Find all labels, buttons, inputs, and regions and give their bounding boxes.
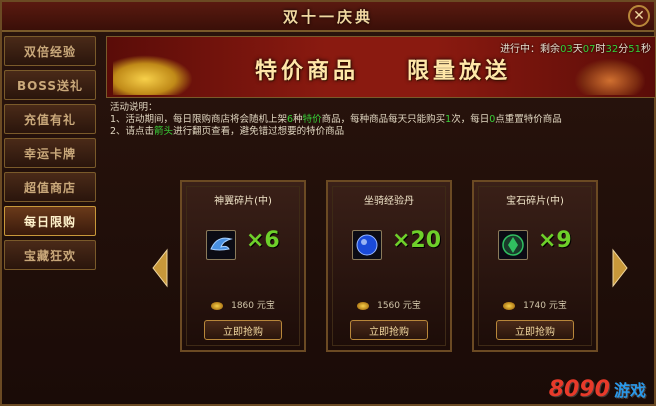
countdown-minutes: 32 xyxy=(605,44,619,55)
gold-ingots-icon xyxy=(113,55,193,95)
mount-exp-pill-icon-glyph xyxy=(356,234,378,256)
product-name: 宝石碎片(中) xyxy=(506,196,564,207)
description-line-2: 2、请点击箭头进行翻页查看，避免错过想要的特价商品 xyxy=(110,126,650,138)
product-price: 1740 xyxy=(523,301,546,311)
desc-highlight: 特价 xyxy=(302,114,322,125)
gem-fragment-icon[interactable] xyxy=(498,230,528,260)
banner-title-left: 特价商品 xyxy=(255,59,360,84)
product-price: 1560 xyxy=(377,301,400,311)
product-price: 1860 xyxy=(231,301,254,311)
countdown-days-unit: 天 xyxy=(572,44,583,55)
sidebar-item-boss-gift[interactable]: BOSS送礼 xyxy=(4,70,96,100)
watermark-suffix: 游戏 xyxy=(613,381,646,400)
product-quantity: ×20 xyxy=(392,228,442,253)
sidebar-item-value-shop[interactable]: 超值商店 xyxy=(4,172,96,202)
mount-exp-pill-icon[interactable] xyxy=(352,230,382,260)
product-name: 神翼碎片(中) xyxy=(214,196,272,207)
sidebar: 双倍经验 BOSS送礼 充值有礼 幸运卡牌 超值商店 每日限购 宝藏狂欢 xyxy=(4,36,96,274)
window-title: 双十一庆典 xyxy=(282,7,373,26)
currency-label: 元宝 xyxy=(548,301,567,311)
countdown-prefix: 进行中：剩余 xyxy=(500,44,561,55)
site-watermark: 8090 游戏 xyxy=(549,377,646,402)
countdown-hours: 07 xyxy=(582,44,596,55)
desc-text: 2、请点击 xyxy=(110,126,155,137)
wing-fragment-icon[interactable] xyxy=(206,230,236,260)
watermark-brand: 8090 xyxy=(548,377,610,402)
promo-banner: 特价商品 限量放送 进行中：剩余03天07时32分51秒 xyxy=(106,36,656,98)
currency-label: 元宝 xyxy=(402,301,421,311)
desc-text: 进行翻页查看，避免错过想要的特价商品 xyxy=(173,126,345,137)
main-panel: 特价商品 限量放送 进行中：剩余03天07时32分51秒 活动说明： 1、活动期… xyxy=(106,36,656,406)
close-icon: ✕ xyxy=(633,8,645,24)
desc-text: 1、活动期间，每日限购商店将会随机上架 xyxy=(110,114,288,125)
desc-text: 种 xyxy=(293,114,303,125)
description-line-1: 1、活动期间，每日限购商店将会随机上架6种特价商品，每种商品每天只能购买1次，每… xyxy=(110,114,650,126)
title-bar: 双十一庆典 ✕ xyxy=(2,2,654,32)
gold-ingot-icon xyxy=(503,301,516,310)
sidebar-item-daily-limited[interactable]: 每日限购 xyxy=(4,206,96,236)
countdown-minutes-unit: 分 xyxy=(618,44,629,55)
next-page-arrow[interactable] xyxy=(612,248,628,288)
buy-now-button[interactable]: 立即抢购 xyxy=(204,320,282,340)
product-quantity: ×6 xyxy=(246,228,280,253)
product-quantity: ×9 xyxy=(538,228,572,253)
countdown-days: 03 xyxy=(560,44,573,55)
countdown-seconds-unit: 秒 xyxy=(641,44,651,55)
sidebar-item-lucky-card[interactable]: 幸运卡牌 xyxy=(4,138,96,168)
event-window: 双十一庆典 ✕ 双倍经验 BOSS送礼 充值有礼 幸运卡牌 超值商店 每日限购 … xyxy=(0,0,656,406)
product-name: 坐骑经验丹 xyxy=(364,196,414,207)
sidebar-item-recharge-gift[interactable]: 充值有礼 xyxy=(4,104,96,134)
sidebar-item-treasure-carnival[interactable]: 宝藏狂欢 xyxy=(4,240,96,270)
description-heading: 活动说明： xyxy=(110,102,158,113)
gold-ingot-icon xyxy=(211,301,224,310)
desc-text: 商品，每种商品每天只能购买 xyxy=(321,114,446,125)
close-button[interactable]: ✕ xyxy=(628,5,650,27)
countdown-hours-unit: 时 xyxy=(595,44,606,55)
wing-fragment-icon-glyph xyxy=(210,237,233,251)
countdown-seconds: 51 xyxy=(628,44,641,55)
product-card-mount-pill: 坐骑经验丹 ×20 1560 元宝 立即抢购 xyxy=(326,180,452,352)
gold-ingot-icon xyxy=(357,301,370,310)
buy-now-button[interactable]: 立即抢购 xyxy=(496,320,574,340)
arrow-left-icon xyxy=(152,248,168,288)
product-card-gem: 宝石碎片(中) ×9 1740 元宝 立即抢购 xyxy=(472,180,598,352)
sidebar-item-double-exp[interactable]: 双倍经验 xyxy=(4,36,96,66)
price-row: 1860 元宝 xyxy=(182,298,304,311)
buy-now-button[interactable]: 立即抢购 xyxy=(350,320,428,340)
gem-fragment-icon-glyph xyxy=(502,234,524,256)
banner-title-right: 限量放送 xyxy=(407,59,512,84)
prev-page-arrow[interactable] xyxy=(152,248,168,288)
price-row: 1740 元宝 xyxy=(474,298,596,311)
arrow-right-icon xyxy=(612,248,628,288)
event-description: 活动说明： 1、活动期间，每日限购商店将会随机上架6种特价商品，每种商品每天只能… xyxy=(110,102,650,138)
product-card-wing: 神翼碎片(中) ×6 1860 元宝 立即抢购 xyxy=(180,180,306,352)
desc-text: 次，每日 xyxy=(451,114,490,125)
countdown-timer: 进行中：剩余03天07时32分51秒 xyxy=(500,40,651,55)
gift-boxes-icon xyxy=(575,59,645,95)
desc-highlight: 箭头 xyxy=(154,126,174,137)
currency-label: 元宝 xyxy=(256,301,275,311)
price-row: 1560 元宝 xyxy=(328,298,450,311)
desc-text: 点重置特价商品 xyxy=(495,114,562,125)
